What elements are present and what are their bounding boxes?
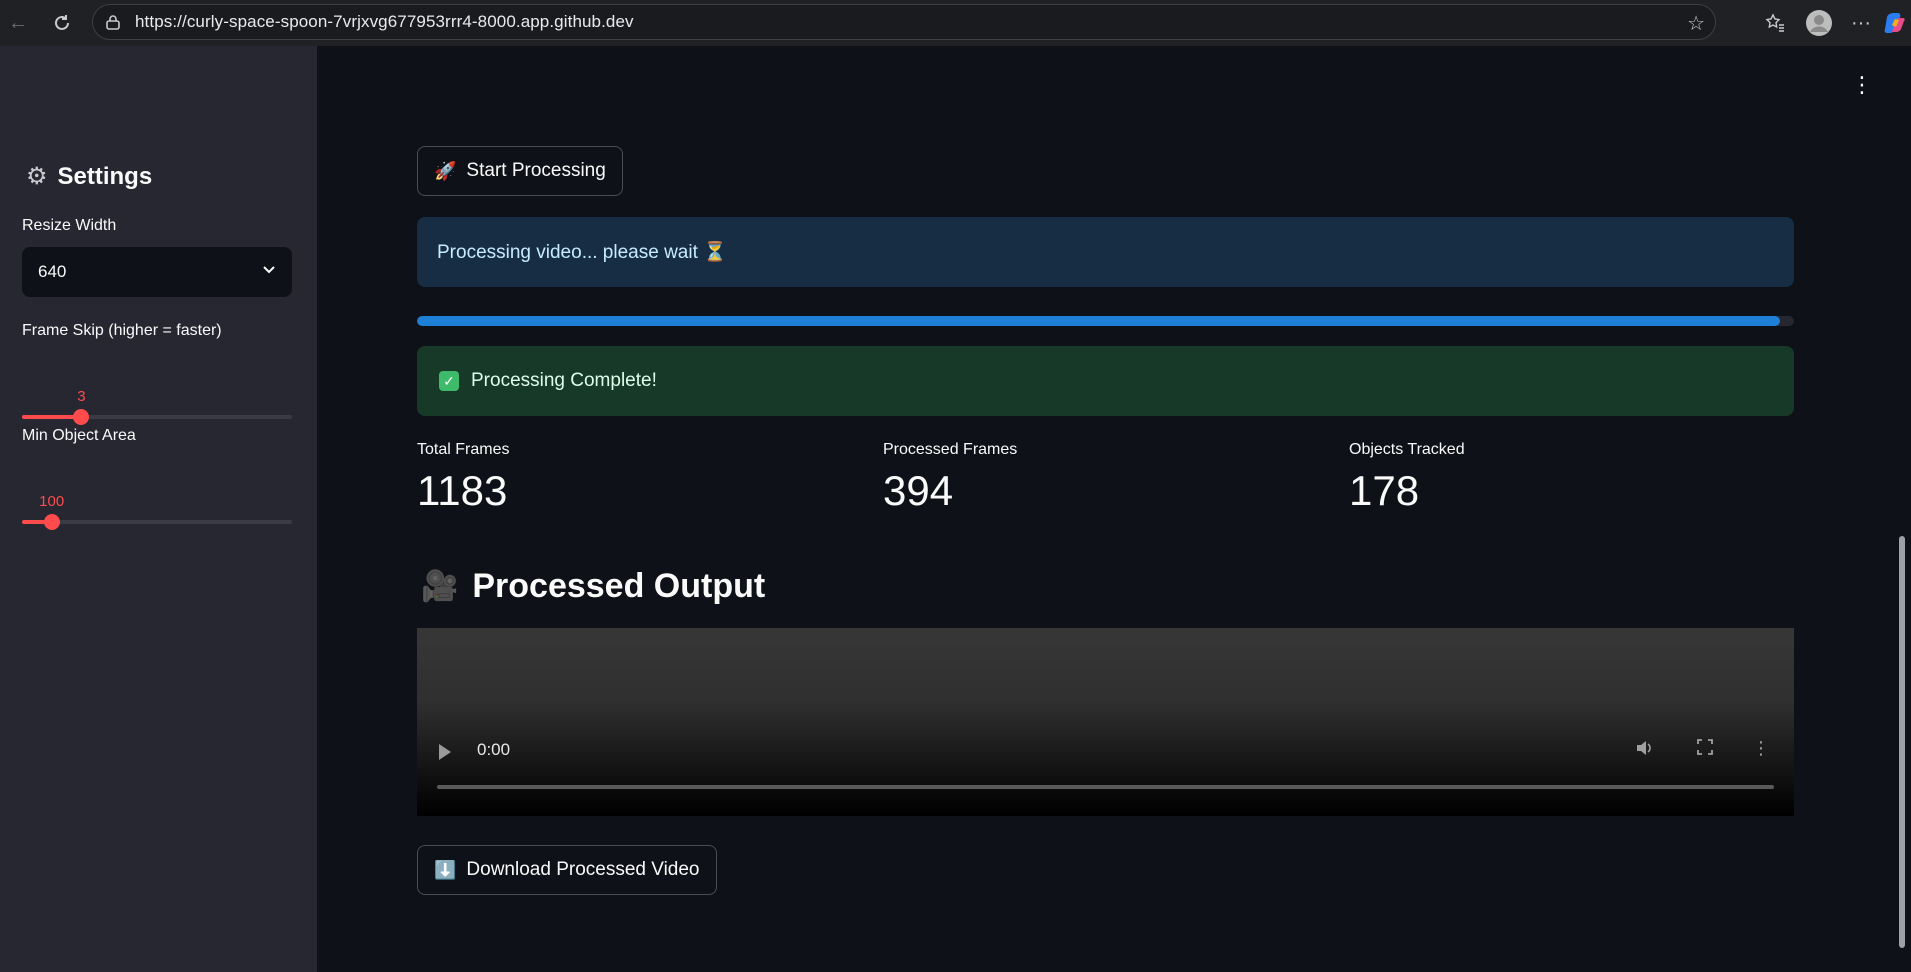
resize-width-select[interactable]: 640 xyxy=(22,247,292,297)
success-alert: ✓ Processing Complete! xyxy=(417,346,1794,416)
browser-toolbar: ← https://curly-space-spoon-7vrjxvg67795… xyxy=(0,0,1911,46)
video-camera-icon: 🎥 xyxy=(421,570,459,603)
favorites-icon[interactable] xyxy=(1759,7,1791,39)
slider-thumb[interactable] xyxy=(43,514,60,530)
back-icon[interactable]: ← xyxy=(4,9,32,37)
address-bar[interactable]: https://curly-space-spoon-7vrjxvg677953r… xyxy=(92,4,1716,40)
favorite-star-icon[interactable]: ☆ xyxy=(1687,11,1705,36)
check-icon: ✓ xyxy=(439,371,459,391)
volume-icon[interactable] xyxy=(1634,738,1654,763)
play-icon[interactable] xyxy=(439,744,451,760)
info-alert: Processing video... please wait ⏳ xyxy=(417,217,1794,287)
start-processing-button[interactable]: 🚀 Start Processing xyxy=(417,146,623,196)
metric-total-frames: Total Frames 1183 xyxy=(417,441,509,515)
metric-objects-tracked: Objects Tracked 178 xyxy=(1349,441,1465,515)
copilot-icon[interactable] xyxy=(1879,7,1911,39)
video-time: 0:00 xyxy=(477,740,511,759)
resize-width-value: 640 xyxy=(38,262,67,281)
video-more-icon[interactable]: ⋮ xyxy=(1752,738,1770,759)
metric-value: 1183 xyxy=(417,467,508,514)
progress-bar xyxy=(417,316,1794,326)
reload-icon[interactable] xyxy=(48,9,76,37)
main-content: ⋮ 🚀 Start Processing Processing video...… xyxy=(317,46,1911,972)
progress-fill xyxy=(417,316,1781,326)
metric-processed-frames: Processed Frames 394 xyxy=(883,441,1017,515)
min-object-area-value: 100 xyxy=(39,493,65,510)
profile-avatar-icon[interactable] xyxy=(1803,7,1835,39)
download-processed-video-button[interactable]: ⬇️ Download Processed Video xyxy=(417,845,717,895)
frame-skip-value: 3 xyxy=(77,388,86,405)
metric-label: Objects Tracked xyxy=(1349,441,1465,458)
frame-skip-slider[interactable]: 3 xyxy=(22,388,292,426)
frame-skip-label: Frame Skip (higher = faster) xyxy=(22,322,222,339)
lock-icon xyxy=(103,14,123,30)
processed-output-title: Processed Output xyxy=(472,567,766,605)
chevron-down-icon xyxy=(262,260,276,281)
scrollbar[interactable] xyxy=(1899,536,1905,948)
rocket-icon: 🚀 xyxy=(434,160,457,181)
success-alert-text: Processing Complete! xyxy=(471,370,657,391)
app-menu-icon[interactable]: ⋮ xyxy=(1851,74,1873,96)
sidebar-title: ⚙ Settings xyxy=(26,162,152,191)
url-text[interactable]: https://curly-space-spoon-7vrjxvg677953r… xyxy=(135,12,634,32)
metric-label: Total Frames xyxy=(417,441,510,458)
fullscreen-icon[interactable] xyxy=(1696,738,1714,761)
processed-output-heading: 🎥 Processed Output xyxy=(421,567,765,606)
min-object-area-label: Min Object Area xyxy=(22,427,136,444)
download-processed-video-label: Download Processed Video xyxy=(466,859,700,880)
metric-label: Processed Frames xyxy=(883,441,1018,458)
slider-track xyxy=(22,520,292,524)
start-processing-label: Start Processing xyxy=(466,160,606,181)
gear-icon: ⚙ xyxy=(26,163,48,190)
metric-value: 394 xyxy=(883,467,954,514)
video-seek-bar[interactable] xyxy=(437,785,1774,789)
sidebar-title-text: Settings xyxy=(57,162,153,190)
download-arrow-icon: ⬇️ xyxy=(434,859,457,880)
video-player[interactable]: 0:00 ⋮ xyxy=(417,628,1794,816)
info-alert-text: Processing video... please wait ⏳ xyxy=(437,242,727,263)
min-object-area-slider[interactable]: 100 xyxy=(22,493,292,531)
resize-width-label: Resize Width xyxy=(22,217,117,234)
more-menu-icon[interactable]: ··· xyxy=(1845,7,1877,39)
sidebar: ⚙ Settings Resize Width 640 Frame Skip (… xyxy=(0,46,317,972)
slider-thumb[interactable] xyxy=(73,409,90,425)
metric-value: 178 xyxy=(1349,467,1420,514)
